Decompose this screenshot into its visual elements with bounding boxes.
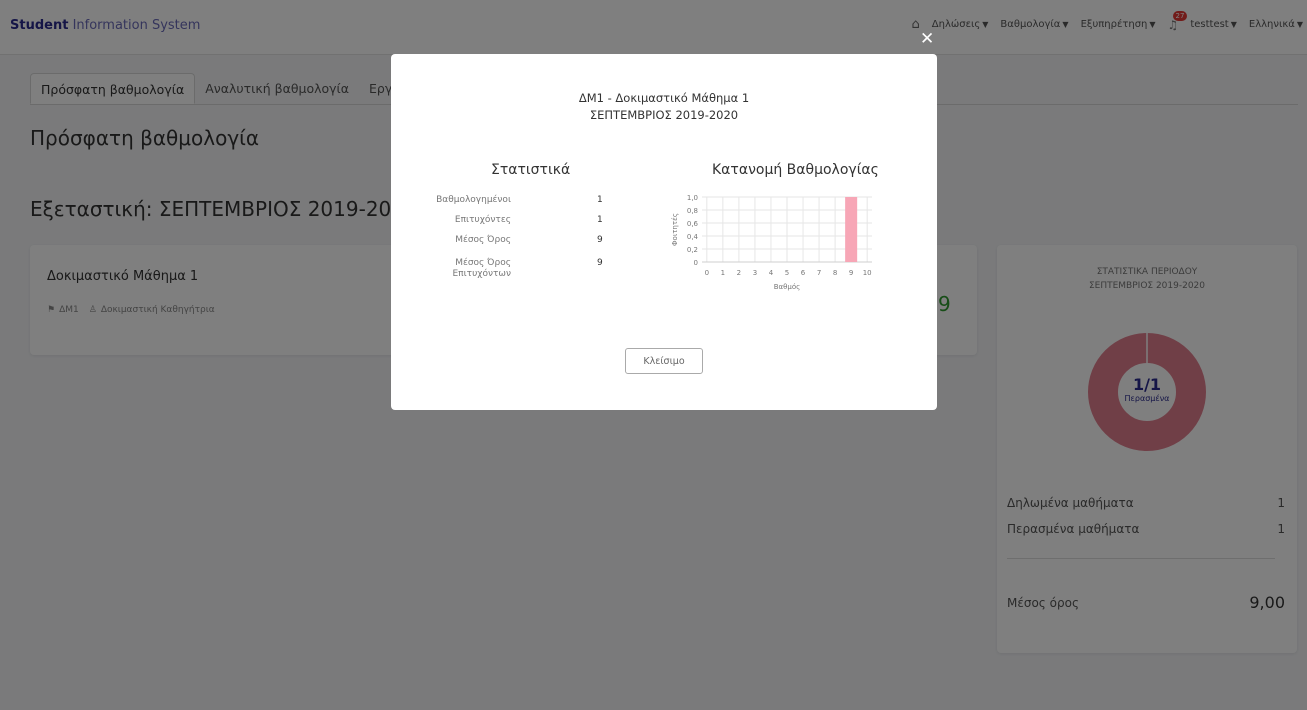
close-button[interactable]: Κλείσιμο <box>625 348 703 374</box>
y-tick-label: 0,2 <box>687 246 698 254</box>
x-tick-label: 7 <box>817 269 821 277</box>
modal-title: ΔΜ1 - Δοκιμαστικό Μάθημα 1 ΣΕΠΤΕΜΒΡΙΟΣ 2… <box>578 91 750 122</box>
x-tick-label: 2 <box>737 269 741 277</box>
x-tick-label: 1 <box>721 269 725 277</box>
course-stats-modal: ΔΜ1 - Δοκιμαστικό Μάθημα 1 ΣΕΠΤΕΜΒΡΙΟΣ 2… <box>391 54 937 410</box>
x-tick-label: 0 <box>705 269 709 277</box>
x-tick-label: 9 <box>849 269 853 277</box>
y-axis-title: Φοιτητές <box>671 213 679 246</box>
y-tick-label: 1,0 <box>687 194 698 202</box>
x-tick-label: 5 <box>785 269 789 277</box>
x-tick-label: 6 <box>801 269 806 277</box>
bar-grade-9 <box>845 197 858 262</box>
stats-heading: Στατιστικά <box>491 162 571 178</box>
chart-svg: 0 0,2 0,4 0,6 0,8 1,0 0 1 2 3 4 5 6 7 8 9 10 Βαθμός Φοιτητ… <box>671 194 872 291</box>
y-tick-label: 0 <box>694 259 698 267</box>
y-tick-label: 0,8 <box>687 207 698 215</box>
x-tick-label: 8 <box>833 269 837 277</box>
x-tick-label: 10 <box>863 269 872 277</box>
close-icon[interactable]: ✕ <box>920 29 934 49</box>
x-tick-label: 3 <box>753 269 757 277</box>
x-axis-title: Βαθμός <box>774 283 801 291</box>
grade-distribution-chart: 0 0,2 0,4 0,6 0,8 1,0 0 1 2 3 4 5 6 7 8 9 10 Βαθμός Φοιτητ… <box>667 190 887 320</box>
x-tick-label: 4 <box>769 269 774 277</box>
y-tick-label: 0,4 <box>687 233 699 241</box>
distribution-heading: Κατανομή Βαθμολογίας <box>712 162 879 178</box>
y-tick-label: 0,6 <box>687 220 699 228</box>
